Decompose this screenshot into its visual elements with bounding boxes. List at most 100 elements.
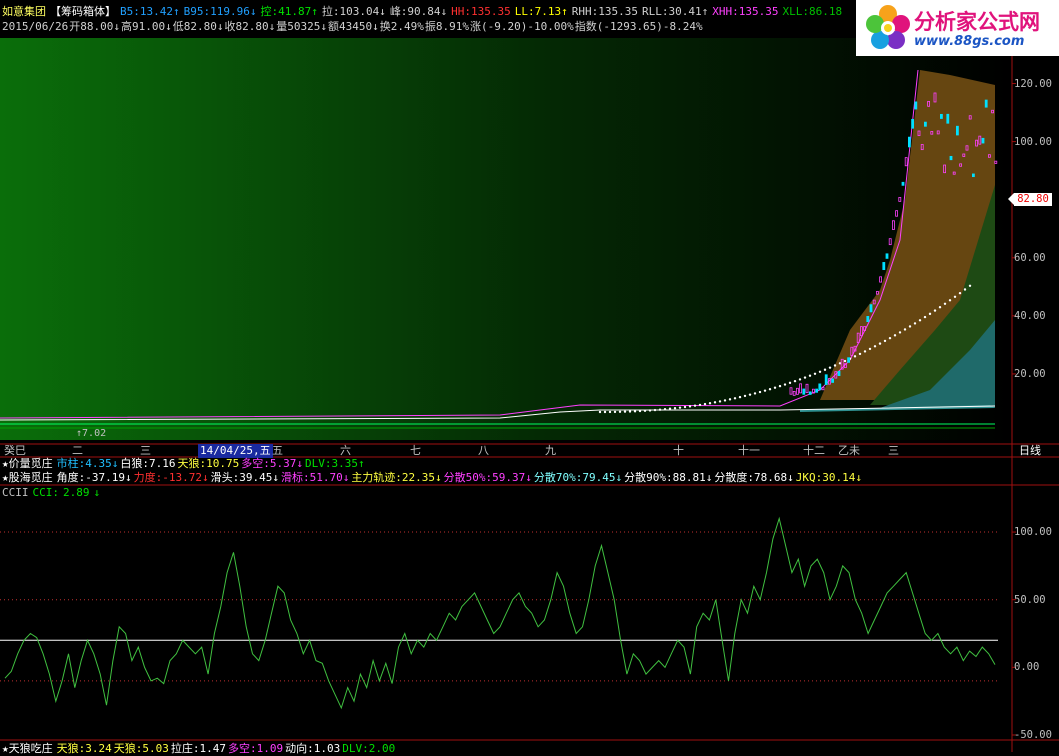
candle xyxy=(924,121,927,127)
dot-mark xyxy=(853,355,857,358)
dot-mark xyxy=(953,295,957,298)
candle xyxy=(847,357,850,363)
period-label[interactable]: 日线 xyxy=(1019,444,1041,458)
dot-mark xyxy=(603,410,607,414)
header-stat-8: RLL:30.41↑ xyxy=(642,5,709,18)
quote-field-4: 收82.80↓ xyxy=(224,20,276,33)
time-tab-6[interactable]: 七 xyxy=(410,444,421,458)
candle xyxy=(818,383,822,391)
dot-mark xyxy=(948,299,952,302)
dot-mark xyxy=(893,334,897,337)
time-tab-10[interactable]: 十一 xyxy=(738,444,760,458)
dot-mark xyxy=(723,399,727,402)
dot-mark xyxy=(738,395,742,399)
dot-mark xyxy=(908,325,912,328)
dot-mark xyxy=(778,384,782,388)
candle xyxy=(869,304,873,313)
bottom-row-item-0: 天狼:3.24 xyxy=(56,742,112,755)
dot-mark xyxy=(888,336,892,340)
dot-mark xyxy=(628,410,632,413)
time-tab-0[interactable]: 癸巳 xyxy=(4,444,26,458)
dot-mark xyxy=(793,379,797,383)
info-row-1-prefix: ★价量觅庄 xyxy=(2,457,53,470)
dot-mark xyxy=(818,370,822,373)
quote-field-1: 开88.00↓ xyxy=(69,20,120,33)
main-price-chart[interactable] xyxy=(0,0,1059,752)
dot-mark xyxy=(798,378,802,381)
info-row-1: ★价量觅庄 市柱:4.35↓ 白狼:7.16 天狼:10.75 多空:5.37↓ DLV:… xyxy=(2,457,367,471)
info-row-1-item-3: 多空:5.37↓ xyxy=(241,457,303,470)
quote-field-8: 振8.91% xyxy=(424,20,469,33)
info-row-1-item-1: 白狼:7.16 xyxy=(120,457,176,470)
header-stat-1: B95:119.96↓ xyxy=(183,5,257,18)
quote-field-2: 高91.00↓ xyxy=(120,20,172,33)
dot-mark xyxy=(658,408,662,411)
time-tab-4[interactable]: 五 xyxy=(272,444,283,458)
time-tab-1[interactable]: 二 xyxy=(72,444,83,458)
cci-line xyxy=(4,516,996,710)
current-price-tag: 82.80 xyxy=(1008,193,1052,206)
dot-mark xyxy=(858,352,862,356)
quote-field-10: 指数(-1293.65)-8.24% xyxy=(574,20,703,33)
dot-mark xyxy=(748,393,752,396)
dot-mark xyxy=(923,315,927,319)
cci-y-label-3: -50.00 xyxy=(1014,729,1052,741)
info-row-1-item-2: 天狼:10.75 xyxy=(177,457,240,470)
header-stat-0: B5:13.42↑ xyxy=(120,5,180,18)
quote-field-6: 额43450↓ xyxy=(327,20,379,33)
dot-mark xyxy=(623,410,627,413)
bottom-row-item-5: DLV:2.00 xyxy=(342,742,396,755)
dot-mark xyxy=(928,312,932,316)
dot-mark xyxy=(663,408,667,411)
dot-mark xyxy=(813,372,817,375)
indicator-title: 【筹码箱体】 xyxy=(50,5,116,18)
time-tab-8[interactable]: 九 xyxy=(545,444,556,458)
cci-y-label-0: 100.00 xyxy=(1014,526,1052,539)
dot-mark xyxy=(958,291,962,295)
time-tab-11[interactable]: 十二 xyxy=(803,444,825,458)
info-row-1-item-0: 市柱:4.35↓ xyxy=(56,457,119,470)
time-tab-12[interactable]: 乙未 xyxy=(838,444,860,458)
time-tab-3[interactable]: 14/04/25,五 xyxy=(198,444,273,458)
low-price-label: ↑7.02 xyxy=(76,428,107,439)
dot-mark xyxy=(698,403,702,407)
dot-mark xyxy=(968,284,972,287)
time-tab-9[interactable]: 十 xyxy=(673,444,684,458)
cci-title-row: CCII CCI: 2.89 ↓ xyxy=(2,486,108,500)
dot-mark xyxy=(668,407,672,410)
bottom-row-item-2: 拉庄:1.47 xyxy=(170,742,226,755)
cci-title: CCII xyxy=(2,486,29,499)
info-row-2-item-4: 主力轨迹:22.35↓ xyxy=(351,471,442,484)
dot-mark xyxy=(693,404,697,407)
info-row-2-item-8: 分散度:78.68↓ xyxy=(714,471,794,484)
info-row-2-item-2: 滑头:39.45↓ xyxy=(210,471,279,484)
candle xyxy=(981,137,985,144)
dot-mark xyxy=(613,410,617,414)
header-stat-10: XLL:86.18 xyxy=(782,5,843,18)
dot-mark xyxy=(703,402,707,406)
time-tab-13[interactable]: 三 xyxy=(888,444,899,458)
time-tab-2[interactable]: 三 xyxy=(140,444,151,458)
dot-mark xyxy=(828,366,832,369)
quote-field-0: 2015/06/26 xyxy=(2,20,69,33)
time-tab-7[interactable]: 八 xyxy=(478,444,489,458)
time-tab-5[interactable]: 六 xyxy=(340,444,351,458)
main-y-label-5: 20.00 xyxy=(1014,367,1046,380)
logo-title: 分析家公式网 xyxy=(914,10,1040,34)
candle xyxy=(882,262,886,271)
dot-mark xyxy=(683,405,687,409)
dot-mark xyxy=(708,402,712,405)
candle xyxy=(908,136,911,148)
dot-mark xyxy=(833,364,837,367)
main-y-label-4: 40.00 xyxy=(1014,309,1046,322)
dot-mark xyxy=(938,306,942,309)
dot-mark xyxy=(773,386,777,389)
dot-mark xyxy=(843,359,847,363)
flower-logo-icon xyxy=(866,5,910,49)
dot-mark xyxy=(713,401,717,404)
info-row-2-item-9: JKQ:30.14↓ xyxy=(795,471,862,484)
candle xyxy=(901,181,905,186)
cci-y-label-1: 50.00 xyxy=(1014,593,1046,606)
cci-value: CCI: 2.89 ↓ xyxy=(32,486,101,499)
dot-mark xyxy=(678,406,682,409)
